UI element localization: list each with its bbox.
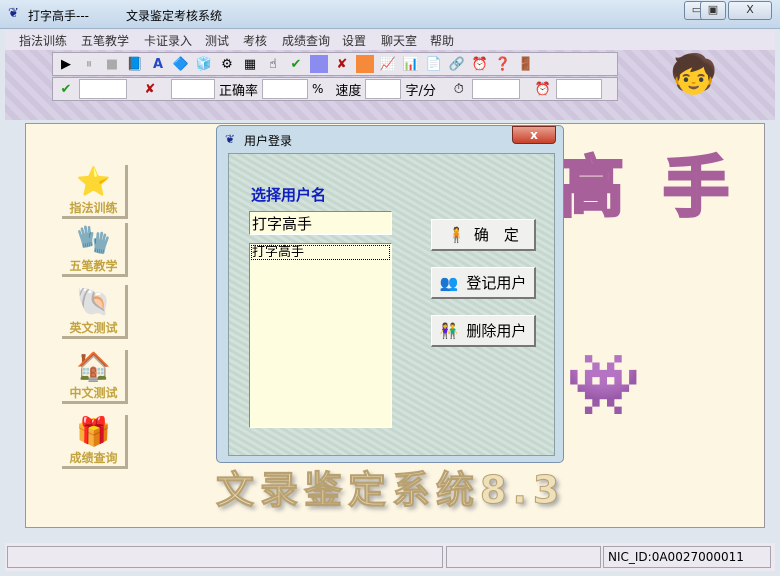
glove-icon: 🧤 [76,223,111,256]
menu-help[interactable]: 帮助 [430,32,454,49]
maximize-button[interactable]: ▣ [700,1,726,20]
alarm-field [555,79,602,99]
app-icon: ❦ [8,6,19,21]
delete-user-button[interactable]: 👫 删除用户 [431,315,536,347]
check-icon[interactable]: ✔ [287,55,305,73]
dialog-close-button[interactable]: x [512,126,556,144]
stopwatch-icon: ⏱ [453,81,464,97]
palette-icon[interactable]: ▦ [241,55,259,73]
dialog-icon: ❦ [225,132,236,146]
user-list[interactable]: 打字高手 [249,243,392,428]
help-icon[interactable]: ❓ [494,55,512,73]
gift-icon: 🎁 [76,415,111,448]
sidebar-item-scores[interactable]: 🎁 成绩查询 [62,415,128,469]
correct-icon: ✔ [60,81,72,97]
font-icon[interactable]: A [149,55,167,73]
window-subtitle: 文录鉴定考核系统 [126,9,223,23]
document-icon[interactable]: 📄 [425,55,443,73]
window-title: 打字高手--- [28,9,89,23]
menu-card-entry[interactable]: 卡证录入 [144,32,192,49]
stop-icon[interactable]: ■ [103,55,121,73]
register-user-button[interactable]: 👥 登记用户 [431,267,536,299]
status-panel-2 [446,546,601,568]
banner-title: 高 手 [557,148,737,228]
username-input[interactable] [249,211,392,235]
shell-icon: 🐚 [76,285,111,318]
username-label: 选择用户名 [251,186,327,204]
wrong-count-field [171,79,215,99]
sidebar-item-chinese-test[interactable]: 🏠 中文测试 [62,350,128,404]
chart-icon[interactable]: 📈 [379,55,397,73]
book-icon[interactable]: 📘 [126,55,144,73]
users-remove-icon: 👫 [439,321,459,340]
menu-bar: 指法训练 五笔教学 卡证录入 测试 考核 成绩查询 设置 聊天室 帮助 [5,30,775,50]
speed-label: 速度 [335,83,362,99]
banner-subtitle: 文录鉴定系统8.3 [215,468,566,513]
avatar: 🧒 [670,52,718,96]
accuracy-field [262,79,309,99]
toolbar: ▶ ⏸ ■ 📘 A 🔷 🧊 ⚙ ▦ ☝ ✔ ✘ 📈 📊 📄 🔗 ⏰ ❓ 🚪 [52,52,618,76]
blocks-icon[interactable]: 🧊 [195,55,213,73]
correct-count-field [79,79,127,99]
menu-scores[interactable]: 成绩查询 [282,32,330,49]
network-icon[interactable]: 🔗 [448,55,466,73]
alarm-icon[interactable]: ⏰ [471,55,489,73]
bars-icon[interactable]: 📊 [402,55,420,73]
users-icon: 👥 [439,273,459,292]
accuracy-unit: % [312,82,324,96]
stats-bar: ✔ ✘ 正确率 % 速度 字/分 ⏱ ⏰ [52,77,618,101]
sidebar-item-english-test[interactable]: 🐚 英文测试 [62,285,128,339]
close-button[interactable]: X [728,1,772,20]
mascot: 👾 [566,350,641,420]
house-icon: 🏠 [76,350,111,383]
gear-icon[interactable]: ⚙ [218,55,236,73]
dialog-title: 用户登录 [244,134,293,148]
title-bar: ❦ 打字高手--- 文录鉴定考核系统 ▭ ▣ X [0,0,780,29]
orange-color-icon[interactable] [356,55,374,73]
status-panel-1 [7,546,443,568]
ok-button[interactable]: 🧍 确 定 [431,219,536,251]
user-icon: 🧍 [447,225,466,244]
menu-fingering[interactable]: 指法训练 [19,32,67,49]
speed-unit: 字/分 [405,83,436,99]
accuracy-label: 正确率 [219,83,259,99]
shapes-icon[interactable]: 🔷 [172,55,190,73]
sidebar-item-wubi[interactable]: 🧤 五笔教学 [62,223,128,277]
sidebar-item-fingering[interactable]: ⭐ 指法训练 [62,165,128,219]
exit-icon[interactable]: 🚪 [517,55,535,73]
menu-wubi[interactable]: 五笔教学 [81,32,129,49]
alarm-clock-icon: ⏰ [534,81,551,97]
login-dialog: ❦ 用户登录 x 选择用户名 打字高手 🧍确 定 👥登记用户 👫删除用户 [216,125,564,463]
pause-icon[interactable]: ⏸ [80,55,98,73]
menu-exam[interactable]: 考核 [243,32,267,49]
menu-settings[interactable]: 设置 [342,32,366,49]
menu-test[interactable]: 测试 [205,32,229,49]
time-field [471,79,520,99]
hand-icon[interactable]: ☝ [264,55,282,73]
wrong-icon: ✘ [144,81,156,97]
list-item[interactable]: 打字高手 [251,245,390,260]
status-bar: NIC_ID:0A0027000011 [5,543,775,571]
cross-icon[interactable]: ✘ [333,55,351,73]
speed-field [365,79,402,99]
menu-chat[interactable]: 聊天室 [381,32,417,49]
blue-color-icon[interactable] [310,55,328,73]
nic-id: NIC_ID:0A0027000011 [603,546,771,568]
dialog-body: 选择用户名 打字高手 🧍确 定 👥登记用户 👫删除用户 [228,153,555,456]
play-icon[interactable]: ▶ [57,55,75,73]
star-icon: ⭐ [76,165,111,198]
